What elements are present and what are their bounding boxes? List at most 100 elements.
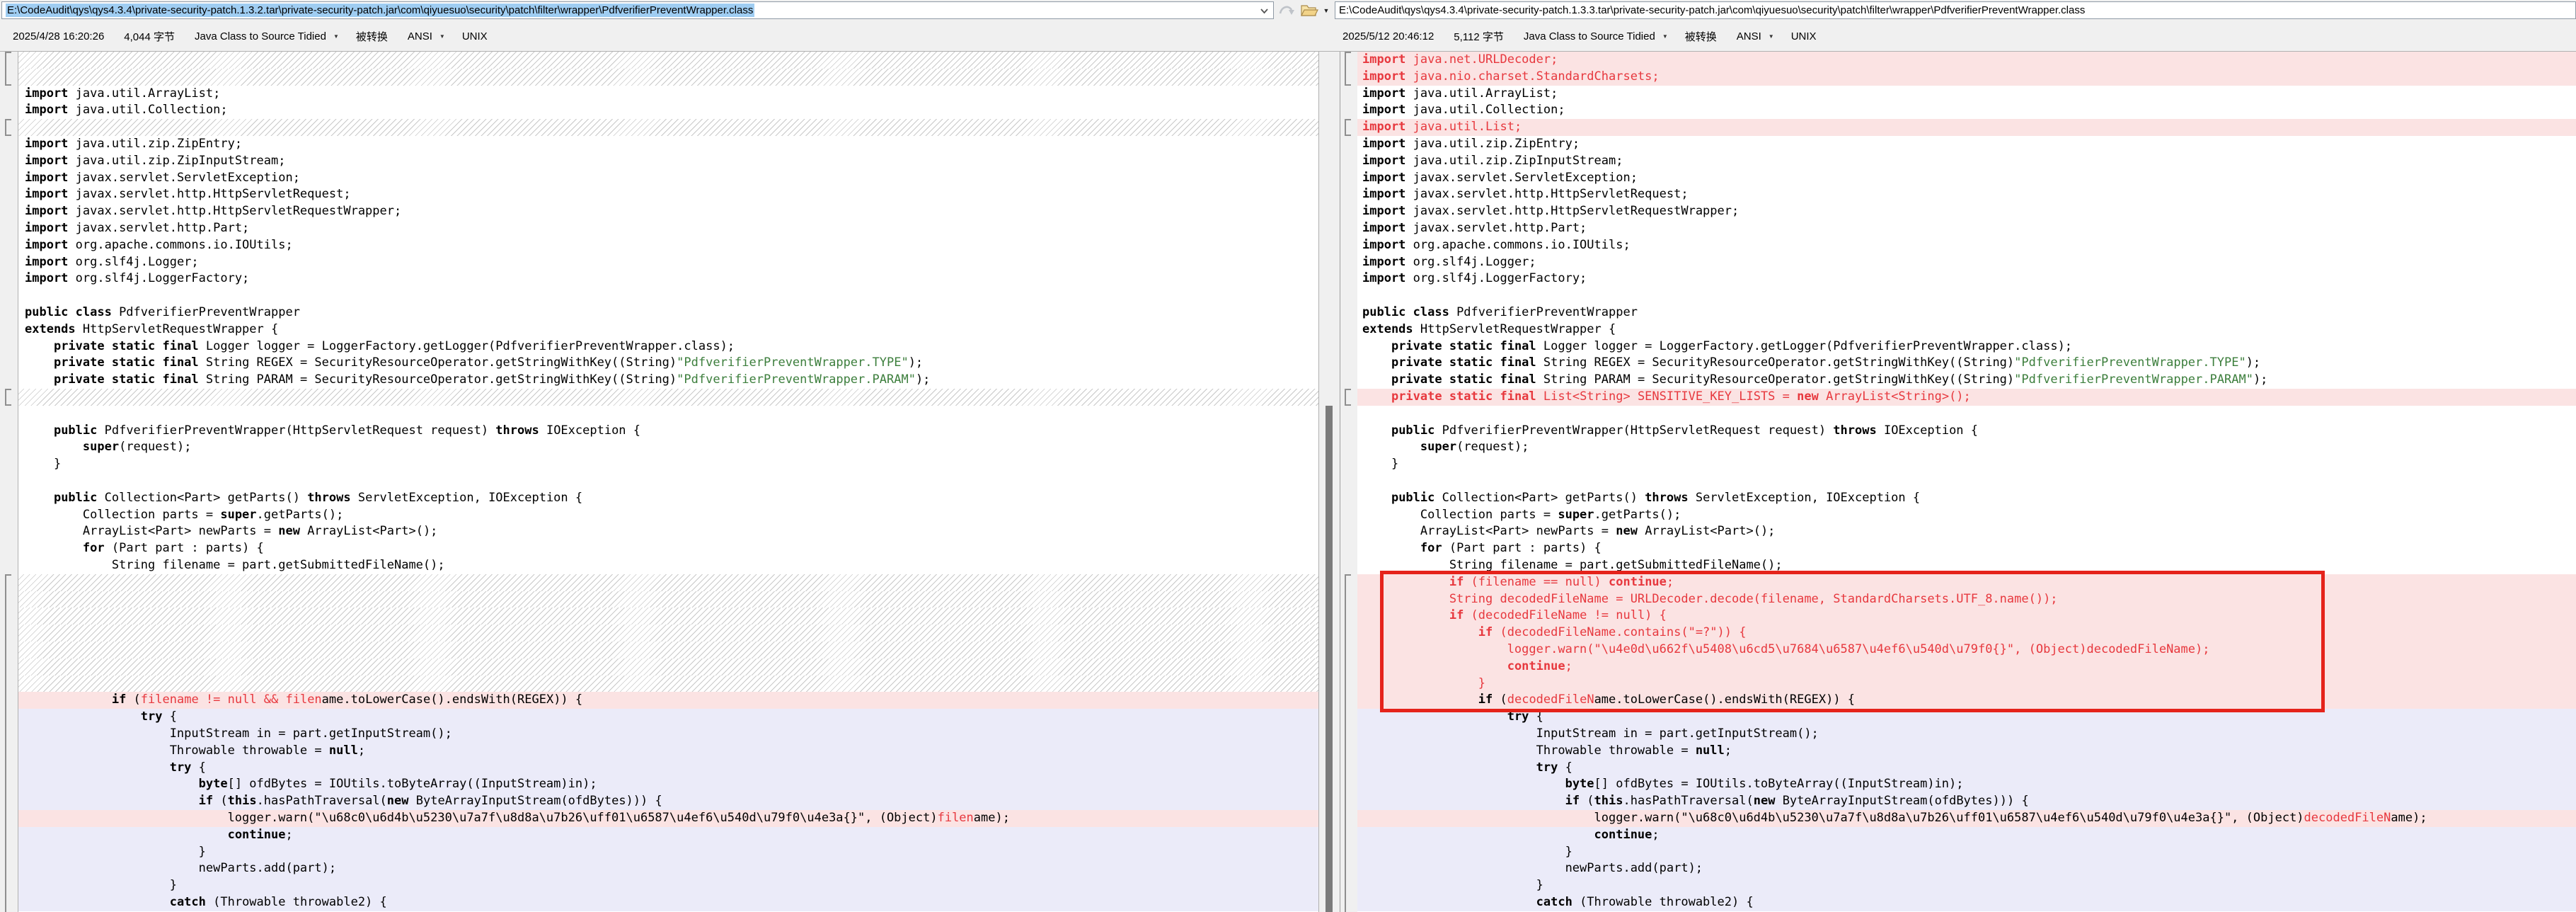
- code-line[interactable]: import java.util.zip.ZipEntry;: [1357, 136, 2576, 153]
- code-line[interactable]: import org.slf4j.LoggerFactory;: [1357, 270, 2576, 287]
- code-line[interactable]: continue;: [1357, 827, 2576, 844]
- scrollbar-thumb[interactable]: [1326, 406, 1333, 912]
- code-line[interactable]: import org.slf4j.LoggerFactory;: [18, 270, 1318, 287]
- code-line[interactable]: import javax.servlet.ServletException;: [18, 170, 1318, 187]
- code-line[interactable]: import java.util.ArrayList;: [18, 86, 1318, 103]
- copy-to-right-arrow-icon[interactable]: [1277, 1, 1296, 20]
- code-line[interactable]: [1357, 473, 2576, 490]
- code-line[interactable]: if (this.hasPathTraversal(new ByteArrayI…: [18, 793, 1318, 810]
- right-format-caret-icon[interactable]: ▼: [1662, 33, 1668, 40]
- code-line[interactable]: }: [1357, 456, 2576, 473]
- code-line[interactable]: Collection parts = super.getParts();: [18, 507, 1318, 524]
- code-line[interactable]: logger.warn("\u68c0\u6d4b\u5230\u7a7f\u8…: [1357, 810, 2576, 827]
- code-line[interactable]: ArrayList<Part> newParts = new ArrayList…: [18, 523, 1318, 540]
- code-line[interactable]: import java.util.zip.ZipInputStream;: [1357, 153, 2576, 170]
- code-line[interactable]: catch (Throwable throwable2) {: [1357, 894, 2576, 911]
- code-line[interactable]: ArrayList<Part> newParts = new ArrayList…: [1357, 523, 2576, 540]
- code-line[interactable]: import java.util.zip.ZipInputStream;: [18, 153, 1318, 170]
- code-line[interactable]: private static final List<String> SENSIT…: [1357, 389, 2576, 406]
- code-line[interactable]: [1357, 406, 2576, 423]
- code-line[interactable]: import javax.servlet.ServletException;: [1357, 170, 2576, 187]
- code-line[interactable]: }: [18, 456, 1318, 473]
- code-line[interactable]: String filename = part.getSubmittedFileN…: [18, 557, 1318, 574]
- left-path-combobox[interactable]: E:\CodeAudit\qys\qys4.3.4\private-securi…: [1, 1, 1274, 19]
- code-line[interactable]: import org.slf4j.Logger;: [1357, 254, 2576, 271]
- code-line[interactable]: import javax.servlet.http.HttpServletReq…: [1357, 203, 2576, 220]
- left-format-dropdown[interactable]: Java Class to Source Tidied: [195, 30, 326, 42]
- code-line[interactable]: import java.util.ArrayList;: [1357, 86, 2576, 103]
- center-scrollbar[interactable]: [1318, 52, 1340, 912]
- code-line[interactable]: }: [18, 877, 1318, 894]
- code-line[interactable]: [18, 287, 1318, 304]
- compare-workspace: import java.util.ArrayList;import java.u…: [0, 52, 2576, 912]
- code-line[interactable]: public PdfverifierPreventWrapper(HttpSer…: [18, 423, 1318, 440]
- code-line[interactable]: byte[] ofdBytes = IOUtils.toByteArray((I…: [1357, 776, 2576, 793]
- code-line[interactable]: super(request);: [1357, 439, 2576, 456]
- folder-dropdown-caret-icon[interactable]: ▼: [1321, 1, 1332, 20]
- code-line[interactable]: }: [18, 844, 1318, 861]
- code-line[interactable]: extends HttpServletRequestWrapper {: [1357, 321, 2576, 338]
- code-line[interactable]: catch (Throwable throwable2) {: [18, 894, 1318, 911]
- code-line[interactable]: public Collection<Part> getParts() throw…: [18, 490, 1318, 507]
- code-line[interactable]: import java.util.List;: [1357, 119, 2576, 136]
- code-line[interactable]: [1357, 287, 2576, 304]
- code-line[interactable]: import java.util.zip.ZipEntry;: [18, 136, 1318, 153]
- code-line[interactable]: private static final String REGEX = Secu…: [18, 355, 1318, 372]
- right-encoding-caret-icon[interactable]: ▼: [1769, 33, 1774, 40]
- code-line[interactable]: [18, 473, 1318, 490]
- code-line[interactable]: import javax.servlet.http.HttpServletReq…: [18, 203, 1318, 220]
- code-line[interactable]: try {: [18, 709, 1318, 726]
- left-code-editor[interactable]: import java.util.ArrayList;import java.u…: [18, 52, 1318, 912]
- right-code-editor[interactable]: import java.net.URLDecoder;import java.n…: [1357, 52, 2576, 912]
- code-line[interactable]: public class PdfverifierPreventWrapper: [1357, 304, 2576, 321]
- code-line[interactable]: byte[] ofdBytes = IOUtils.toByteArray((I…: [18, 776, 1318, 793]
- code-line[interactable]: Throwable throwable = null;: [18, 743, 1318, 760]
- code-line[interactable]: Collection parts = super.getParts();: [1357, 507, 2576, 524]
- code-line[interactable]: Throwable throwable = null;: [1357, 743, 2576, 760]
- code-line[interactable]: import javax.servlet.http.Part;: [1357, 220, 2576, 237]
- code-line[interactable]: import java.nio.charset.StandardCharsets…: [1357, 69, 2576, 86]
- code-line[interactable]: newParts.add(part);: [1357, 860, 2576, 877]
- code-line[interactable]: public class PdfverifierPreventWrapper: [18, 304, 1318, 321]
- code-line[interactable]: super(request);: [18, 439, 1318, 456]
- code-line[interactable]: }: [1357, 844, 2576, 861]
- code-line[interactable]: import java.net.URLDecoder;: [1357, 52, 2576, 69]
- code-line[interactable]: logger.warn("\u68c0\u6d4b\u5230\u7a7f\u8…: [18, 810, 1318, 827]
- code-line[interactable]: import org.apache.commons.io.IOUtils;: [1357, 237, 2576, 254]
- code-line[interactable]: private static final Logger logger = Log…: [1357, 338, 2576, 355]
- code-line[interactable]: public PdfverifierPreventWrapper(HttpSer…: [1357, 423, 2576, 440]
- code-line[interactable]: private static final String REGEX = Secu…: [1357, 355, 2576, 372]
- code-line[interactable]: InputStream in = part.getInputStream();: [1357, 726, 2576, 743]
- code-line[interactable]: import java.util.Collection;: [1357, 102, 2576, 119]
- code-line[interactable]: for (Part part : parts) {: [1357, 540, 2576, 557]
- code-line[interactable]: import javax.servlet.http.HttpServletReq…: [1357, 186, 2576, 203]
- code-line[interactable]: private static final String PARAM = Secu…: [18, 372, 1318, 389]
- code-line[interactable]: extends HttpServletRequestWrapper {: [18, 321, 1318, 338]
- code-line[interactable]: import org.apache.commons.io.IOUtils;: [18, 237, 1318, 254]
- code-line[interactable]: private static final String PARAM = Secu…: [1357, 372, 2576, 389]
- right-format-dropdown[interactable]: Java Class to Source Tidied: [1524, 30, 1655, 42]
- code-line[interactable]: try {: [18, 760, 1318, 777]
- left-encoding-caret-icon[interactable]: ▼: [439, 33, 445, 40]
- code-line[interactable]: }: [1357, 877, 2576, 894]
- code-line[interactable]: import javax.servlet.http.Part;: [18, 220, 1318, 237]
- code-line[interactable]: continue;: [18, 827, 1318, 844]
- code-line[interactable]: import java.util.Collection;: [18, 102, 1318, 119]
- code-line[interactable]: if (this.hasPathTraversal(new ByteArrayI…: [1357, 793, 2576, 810]
- code-line[interactable]: private static final Logger logger = Log…: [18, 338, 1318, 355]
- right-path-field[interactable]: E:\CodeAudit\qys\qys4.3.4\private-securi…: [1335, 1, 2576, 19]
- code-line[interactable]: if (filename != null && filename.toLower…: [18, 692, 1318, 709]
- open-folder-icon[interactable]: [1299, 1, 1319, 20]
- left-format-caret-icon[interactable]: ▼: [333, 33, 339, 40]
- right-encoding-dropdown[interactable]: ANSI: [1737, 30, 1761, 42]
- code-line[interactable]: [18, 406, 1318, 423]
- code-line[interactable]: public Collection<Part> getParts() throw…: [1357, 490, 2576, 507]
- code-line[interactable]: newParts.add(part);: [18, 860, 1318, 877]
- code-line[interactable]: import org.slf4j.Logger;: [18, 254, 1318, 271]
- code-line[interactable]: for (Part part : parts) {: [18, 540, 1318, 557]
- code-line[interactable]: InputStream in = part.getInputStream();: [18, 726, 1318, 743]
- chevron-down-icon[interactable]: [1257, 5, 1271, 17]
- left-encoding-dropdown[interactable]: ANSI: [408, 30, 432, 42]
- code-line[interactable]: import javax.servlet.http.HttpServletReq…: [18, 186, 1318, 203]
- code-line[interactable]: try {: [1357, 760, 2576, 777]
